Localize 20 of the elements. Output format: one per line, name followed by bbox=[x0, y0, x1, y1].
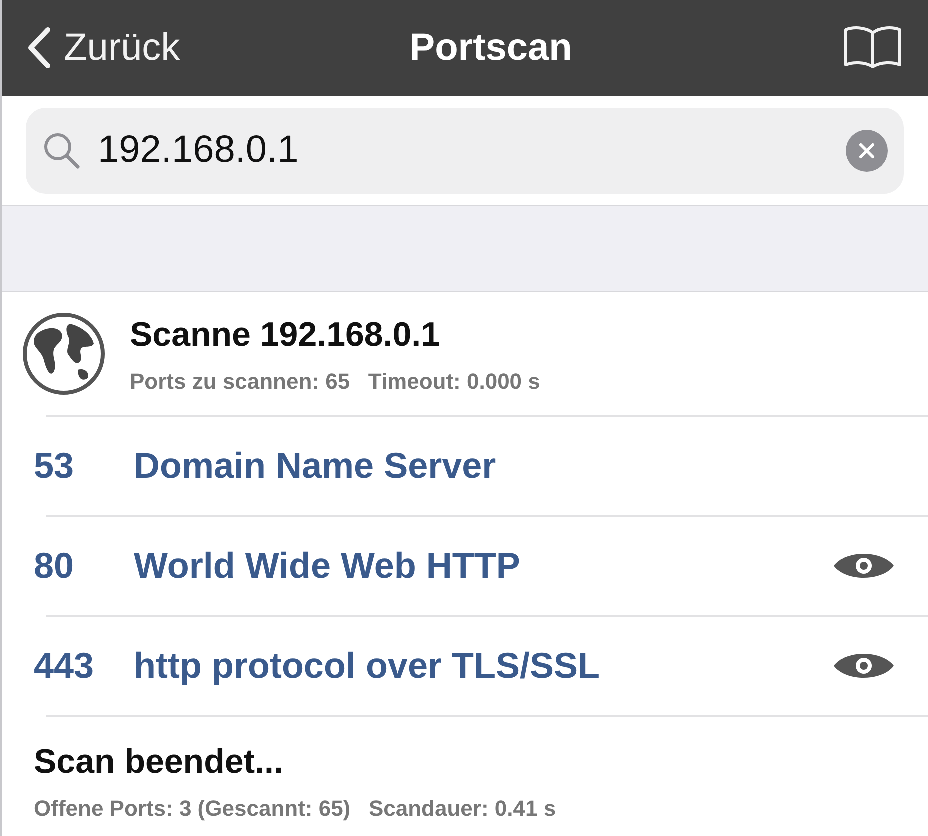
status-title: Scan beendet... bbox=[34, 742, 284, 783]
window-title: Portscan bbox=[410, 26, 572, 70]
service-name: Domain Name Server bbox=[134, 444, 498, 488]
search-icon bbox=[42, 130, 82, 170]
search-field[interactable]: 192.168.0.1 bbox=[26, 108, 904, 194]
port-number: 53 bbox=[34, 444, 76, 488]
scan-title: Scanne 192.168.0.1 bbox=[130, 314, 442, 356]
port-number: 80 bbox=[34, 544, 76, 588]
status-details: Offene Ports: 3 (Gescannt: 65) Scandauer: 0.41 s bbox=[34, 795, 558, 823]
chevron-left-icon bbox=[26, 27, 52, 69]
globe-icon bbox=[22, 312, 106, 396]
clear-icon[interactable] bbox=[846, 130, 888, 172]
port-row[interactable]: 53 Domain Name Server bbox=[2, 417, 928, 515]
service-name: World Wide Web HTTP bbox=[134, 544, 522, 588]
scan-details: Ports zu scannen: 65 Timeout: 0.000 s bbox=[130, 368, 540, 396]
port-row[interactable]: 443 http protocol over TLS/SSL bbox=[2, 617, 928, 715]
back-button[interactable]: Zurück bbox=[26, 20, 180, 76]
port-number: 443 bbox=[34, 644, 96, 688]
service-name: http protocol over TLS/SSL bbox=[134, 644, 601, 688]
port-row[interactable]: 80 World Wide Web HTTP bbox=[2, 517, 928, 615]
